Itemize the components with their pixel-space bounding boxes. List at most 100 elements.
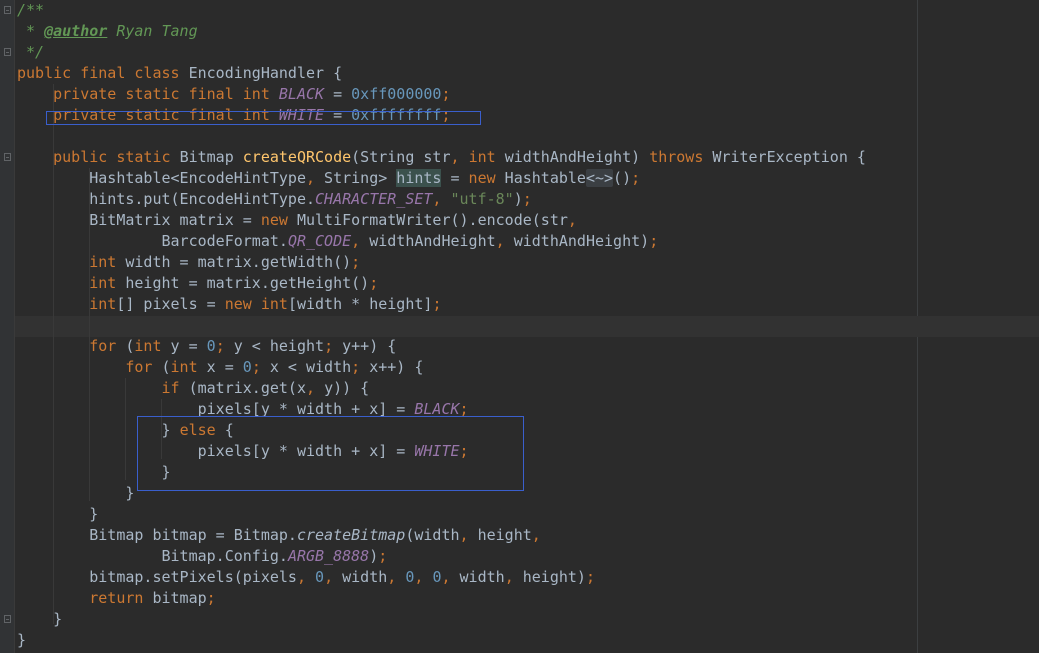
code-token: bitmap (152, 589, 207, 607)
code-line[interactable]: Bitmap bitmap = Bitmap.createBitmap(widt… (17, 525, 541, 546)
code-line[interactable]: BitMatrix matrix = new MultiFormatWriter… (17, 210, 577, 231)
code-token: , (504, 568, 523, 586)
code-token: x < width (269, 358, 352, 376)
code-line[interactable]: BarcodeFormat.QR_CODE, widthAndHeight, w… (17, 231, 658, 252)
fold-collapse-icon[interactable] (4, 6, 11, 14)
code-line[interactable]: Bitmap.Config.ARGB_8888); (17, 546, 387, 567)
fold-collapse-icon[interactable] (4, 48, 11, 56)
code-token: = (441, 169, 469, 187)
code-token: if (161, 379, 189, 397)
code-token: , (495, 232, 514, 250)
code-token: BitMatrix matrix = (17, 211, 261, 229)
code-token: height = matrix.getHeight() (125, 274, 370, 292)
code-token: EncodingHandler { (188, 64, 343, 82)
fold-collapse-icon[interactable] (4, 153, 11, 161)
code-token: , (305, 169, 325, 187)
code-token: , (324, 568, 343, 586)
code-token: public static (53, 148, 180, 166)
code-line[interactable]: } (17, 609, 62, 630)
code-token: y = (170, 337, 207, 355)
code-token: x++) { (369, 358, 424, 376)
code-token: , (306, 379, 325, 397)
code-token: , (432, 190, 451, 208)
code-token: ; (432, 295, 442, 313)
code-token: widthAndHeight (369, 232, 496, 250)
highlight-box-white-constant (46, 111, 481, 125)
code-token: int (468, 148, 505, 166)
code-token: y++) { (342, 337, 397, 355)
code-token: () (613, 169, 632, 187)
code-token: 0 (206, 337, 216, 355)
code-line[interactable]: int[] pixels = new int[width * height]; (17, 294, 441, 315)
code-token: [width * height] (287, 295, 433, 313)
code-token: ARGB_8888 (287, 547, 370, 565)
code-token: ; (251, 358, 270, 376)
code-token: , (441, 568, 460, 586)
code-line[interactable]: } (17, 483, 134, 504)
code-token: new (260, 211, 297, 229)
code-token: 0 (242, 358, 252, 376)
code-token: width (459, 568, 505, 586)
code-token: /** (17, 1, 45, 19)
code-token: , (387, 568, 406, 586)
code-token: y)) { (324, 379, 370, 397)
code-token: hints.put(EncodeHintType. (17, 190, 316, 208)
code-token: for (89, 337, 126, 355)
code-line[interactable]: /** (17, 0, 44, 21)
code-line[interactable]: } (17, 630, 26, 651)
code-token: ; (215, 337, 234, 355)
code-line[interactable]: * @author Ryan Tang (17, 21, 198, 42)
code-token: widthAndHeight) (513, 232, 650, 250)
code-line[interactable]: int width = matrix.getWidth(); (17, 252, 360, 273)
code-token: Bitmap.Config. (17, 547, 288, 565)
code-token: BarcodeFormat. (17, 232, 288, 250)
code-line[interactable]: } (17, 504, 98, 525)
code-line[interactable]: return bitmap; (17, 588, 215, 609)
code-token: new int (224, 295, 288, 313)
code-token: * (17, 22, 45, 40)
code-line[interactable]: for (int x = 0; x < width; x++) { (17, 357, 423, 378)
code-token: } (17, 610, 63, 628)
code-token: Hashtable (504, 169, 586, 187)
code-token: int (89, 253, 126, 271)
code-line[interactable]: bitmap.setPixels(pixels, 0, width, 0, 0,… (17, 567, 595, 588)
code-token: (matrix.get(x (188, 379, 306, 397)
code-token: (String str (351, 148, 451, 166)
code-token: hints (396, 169, 442, 187)
code-token: ; (351, 253, 361, 271)
code-line[interactable]: int height = matrix.getHeight(); (17, 273, 378, 294)
code-line[interactable]: */ (17, 42, 44, 63)
code-line[interactable]: for (int y = 0; y < height; y++) { (17, 336, 396, 357)
fold-collapse-icon[interactable] (4, 615, 11, 623)
code-token: width = matrix.getWidth() (125, 253, 352, 271)
code-line[interactable]: hints.put(EncodeHintType.CHARACTER_SET, … (17, 189, 532, 210)
code-token: return (89, 589, 153, 607)
code-token: Hashtable<EncodeHintType (17, 169, 306, 187)
code-token: ; (585, 568, 595, 586)
code-token: int (89, 295, 117, 313)
code-token: for (125, 358, 162, 376)
code-token: height (477, 526, 532, 544)
code-token: ; (649, 232, 659, 250)
caret-row-highlight (15, 316, 1039, 337)
code-line[interactable]: private static final int BLACK = 0xff000… (17, 84, 451, 105)
code-token: = (324, 85, 352, 103)
code-token: "utf-8" (450, 190, 514, 208)
code-line[interactable]: public final class EncodingHandler { (17, 63, 342, 84)
code-token: createBitmap (296, 526, 406, 544)
editor-gutter[interactable] (0, 0, 14, 653)
code-line[interactable]: public static Bitmap createQRCode(String… (17, 147, 866, 168)
code-line[interactable]: if (matrix.get(x, y)) { (17, 378, 370, 399)
code-token: ; (441, 85, 451, 103)
code-token: Bitmap (179, 148, 243, 166)
code-token: height) (522, 568, 586, 586)
code-token: String> (324, 169, 397, 187)
code-token: [] pixels = (116, 295, 225, 313)
code-line[interactable]: Hashtable<EncodeHintType, String> hints … (17, 168, 640, 189)
